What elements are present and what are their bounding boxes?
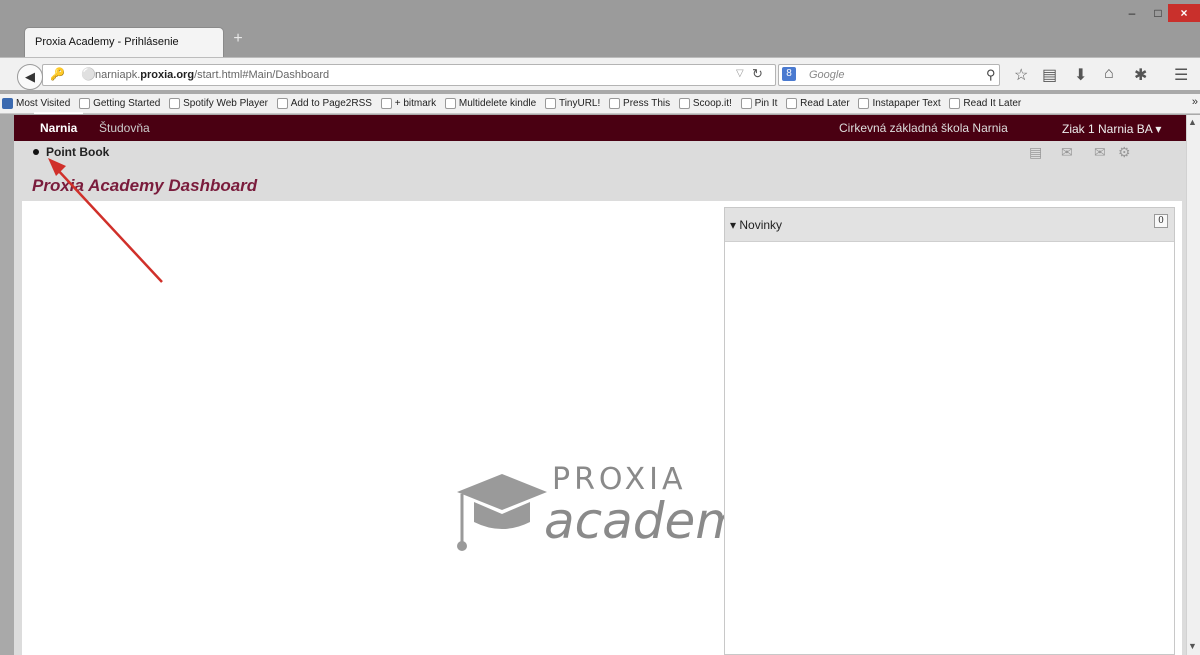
bookmark-icon xyxy=(858,97,870,109)
browser-tab[interactable]: Proxia Academy - Prihlásenie xyxy=(24,27,224,57)
google-icon[interactable]: 8 xyxy=(782,67,796,81)
bookmark-icon xyxy=(2,97,13,109)
bookmark-item[interactable]: Press This xyxy=(609,94,670,113)
scroll-up-icon[interactable]: ▲ xyxy=(1188,117,1197,127)
bookmark-icon xyxy=(544,97,556,109)
tab-title: Proxia Academy - Prihlásenie xyxy=(35,36,179,48)
network-icon[interactable]: ⚙ xyxy=(1118,144,1131,161)
bookmarks-bar: Most Visited Getting Started Spotify Web… xyxy=(0,94,1200,114)
bookmark-icon xyxy=(169,97,181,109)
close-button[interactable]: × xyxy=(1168,4,1200,22)
bookmark-item[interactable]: Most Visited xyxy=(0,94,70,113)
bookmark-icon xyxy=(444,97,456,109)
page-title: Proxia Academy Dashboard xyxy=(32,176,258,195)
bookmark-item[interactable]: Read It Later xyxy=(949,94,1021,113)
search-icon[interactable]: ⚲ xyxy=(986,67,996,83)
app-sub-nav: Point Book ▤ ✉ ✉ ⚙ xyxy=(14,141,1186,165)
news-header[interactable]: ▾ Novinky 0 xyxy=(725,208,1174,242)
bookmark-item[interactable]: Pin It xyxy=(740,94,777,113)
globe-icon: ⚪ xyxy=(81,67,96,81)
calendar-icon[interactable]: ▤ xyxy=(1029,144,1042,161)
bookmark-icon xyxy=(276,97,288,109)
news-title[interactable]: ▾ Novinky xyxy=(730,218,782,232)
news-count-badge: 0 xyxy=(1154,214,1168,228)
school-name: Cirkevná základná škola Narnia xyxy=(839,121,1008,135)
maximize-button[interactable]: □ xyxy=(1146,4,1170,22)
bookmark-icon xyxy=(786,97,798,109)
proxia-academy-logo: PROXIA academy xyxy=(452,462,774,558)
mail-icon[interactable]: ✉ xyxy=(1094,144,1106,161)
bookmark-item[interactable]: Read Later xyxy=(786,94,850,113)
bookmark-icon xyxy=(79,97,91,109)
key-icon[interactable]: 🔑 xyxy=(50,67,65,81)
bookmark-item[interactable]: Add to Page2RSS xyxy=(276,94,372,113)
bookmark-icon xyxy=(609,97,621,109)
bookmark-item[interactable]: Getting Started xyxy=(79,94,160,113)
back-button[interactable]: ◀ xyxy=(17,64,43,90)
extension-icon[interactable]: ✱ xyxy=(1134,65,1147,85)
bookmarks-overflow-button[interactable]: » xyxy=(1192,96,1198,108)
nav-item-narnia[interactable]: Narnia xyxy=(33,112,84,135)
minimize-button[interactable]: – xyxy=(1120,4,1144,22)
bookmark-item[interactable]: Instapaper Text xyxy=(858,94,941,113)
bookmark-icon xyxy=(740,97,752,109)
new-tab-button[interactable]: + xyxy=(230,31,246,47)
bookmark-item[interactable]: Spotify Web Player xyxy=(169,94,268,113)
url-bar[interactable]: narniapk.proxia.org/start.html#Main/Dash… xyxy=(42,64,776,86)
bookmark-item[interactable]: Multidelete kindle xyxy=(444,94,536,113)
dropdown-icon[interactable]: ▽ xyxy=(736,68,744,79)
reading-list-icon[interactable]: ▤ xyxy=(1042,65,1057,85)
bookmark-icon xyxy=(949,97,961,109)
download-icon[interactable]: ⬇ xyxy=(1074,65,1087,85)
nav-item-studovna[interactable]: Študovňa xyxy=(99,121,150,135)
star-icon[interactable]: ☆ xyxy=(1014,65,1028,85)
app-nav-bar: Narnia Študovňa Cirkevná základná škola … xyxy=(14,112,1186,141)
search-input[interactable]: Google xyxy=(778,64,1000,86)
bookmark-icon xyxy=(678,97,690,109)
bookmark-item[interactable]: Scoop.it! xyxy=(678,94,732,113)
bullet-icon xyxy=(33,149,39,155)
point-book-link[interactable]: Point Book xyxy=(46,145,109,159)
home-icon[interactable]: ⌂ xyxy=(1104,65,1114,83)
user-menu[interactable]: Ziak 1 Narnia BA ▾ xyxy=(1062,122,1161,136)
graduation-cap-icon xyxy=(457,474,547,551)
bookmark-item[interactable]: + bitmark xyxy=(380,94,436,113)
bookmark-item[interactable]: TinyURL! xyxy=(544,94,600,113)
bookmark-icon xyxy=(380,97,392,109)
url-text: narniapk.proxia.org/start.html#Main/Dash… xyxy=(95,69,330,81)
news-widget: ▾ Novinky 0 xyxy=(724,207,1175,655)
scroll-down-icon[interactable]: ▼ xyxy=(1188,641,1197,651)
reload-icon[interactable]: ↻ xyxy=(752,66,763,82)
add-message-icon[interactable]: ✉ xyxy=(1061,144,1073,161)
page-scrollbar[interactable] xyxy=(1186,115,1200,655)
menu-icon[interactable]: ☰ xyxy=(1174,65,1188,85)
